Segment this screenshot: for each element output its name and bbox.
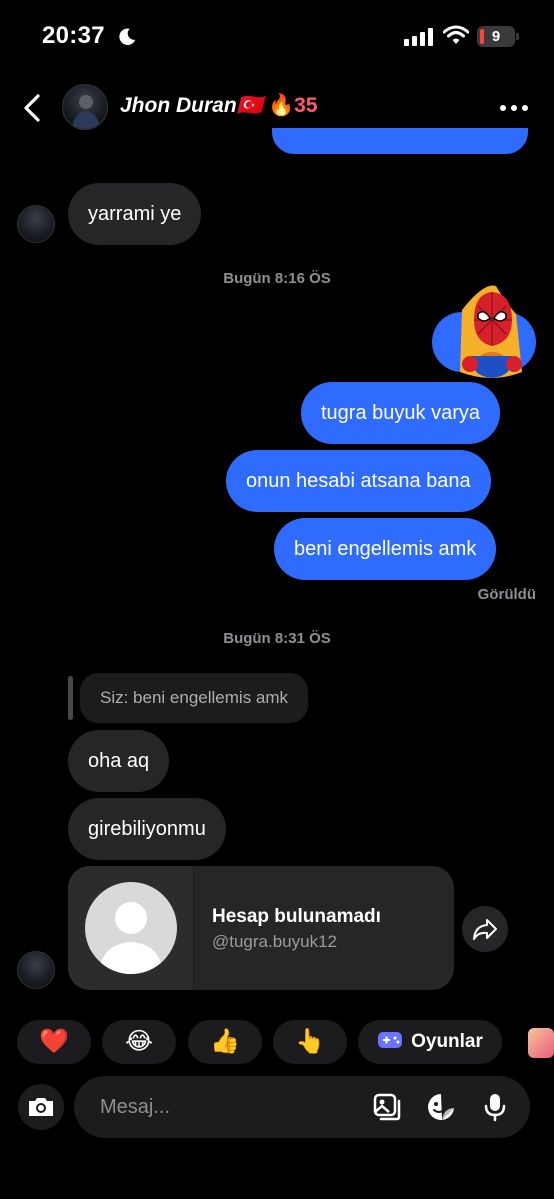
signal-icon	[404, 28, 433, 46]
more-options-icon[interactable]	[498, 96, 530, 120]
message-outgoing[interactable]: beni engellemis amk	[274, 518, 497, 580]
moon-icon	[119, 28, 136, 45]
games-label: Oyunlar	[411, 1031, 483, 1052]
profile-card-image	[68, 866, 194, 990]
camera-button[interactable]	[18, 1084, 64, 1130]
reply-indicator-bar	[68, 676, 73, 720]
share-button[interactable]	[462, 906, 508, 952]
sender-avatar	[17, 205, 55, 243]
shared-profile-card[interactable]: Hesap bulunamadı @tugra.buyuk12	[68, 866, 454, 990]
sticker-icon[interactable]	[426, 1092, 456, 1122]
battery-text: 9	[491, 28, 501, 45]
quick-reply-bar: ❤️ 😂 👍 👆 Oyunlar	[0, 1020, 554, 1066]
spiderman-sticker-icon[interactable]	[444, 280, 540, 386]
message-input[interactable]	[100, 1076, 350, 1138]
message-composer	[74, 1076, 530, 1138]
message-incoming[interactable]: girebiliyonmu	[68, 798, 226, 860]
quick-reply-thumbs-up[interactable]: 👍	[188, 1020, 262, 1064]
person-silhouette-icon	[72, 95, 100, 129]
message-bubble-cutoff[interactable]	[272, 128, 528, 154]
profile-card-handle: @tugra.buyuk12	[212, 932, 338, 951]
seen-status: Görüldü	[477, 586, 536, 603]
gallery-icon[interactable]	[372, 1092, 402, 1122]
message-outgoing[interactable]: tugra buyuk varya	[301, 382, 500, 444]
status-bar: 20:37 9	[0, 0, 554, 70]
microphone-icon[interactable]	[480, 1092, 510, 1122]
status-time: 20:37	[42, 22, 105, 49]
sender-avatar	[17, 951, 55, 989]
avatar[interactable]	[62, 84, 108, 130]
battery-indicator: 9	[477, 26, 515, 47]
share-icon	[473, 919, 497, 940]
quick-reply-point-up[interactable]: 👆	[273, 1020, 347, 1064]
gamepad-icon	[378, 1032, 403, 1048]
battery-nub	[516, 33, 519, 40]
games-button[interactable]: Oyunlar	[358, 1020, 502, 1064]
streak-badge: 🔥35	[268, 94, 318, 117]
default-avatar-icon	[85, 882, 177, 974]
message-incoming[interactable]: oha aq	[68, 730, 170, 792]
wifi-icon	[443, 25, 469, 44]
back-button[interactable]	[18, 92, 48, 124]
contact-name[interactable]: Jhon Duran🇹🇷	[120, 94, 263, 118]
timestamp: Bugün 8:31 ÖS	[223, 630, 331, 647]
reply-quote[interactable]: Siz: beni engellemis amk	[80, 673, 309, 723]
quick-reply-laugh[interactable]: 😂	[102, 1020, 176, 1064]
message-incoming[interactable]: yarrami ye	[68, 183, 202, 245]
profile-card-title: Hesap bulunamadı	[212, 906, 381, 927]
quick-reply-heart[interactable]: ❤️	[17, 1020, 91, 1064]
app-chip-partial[interactable]	[528, 1028, 554, 1058]
message-outgoing[interactable]: onun hesabi atsana bana	[226, 450, 491, 512]
